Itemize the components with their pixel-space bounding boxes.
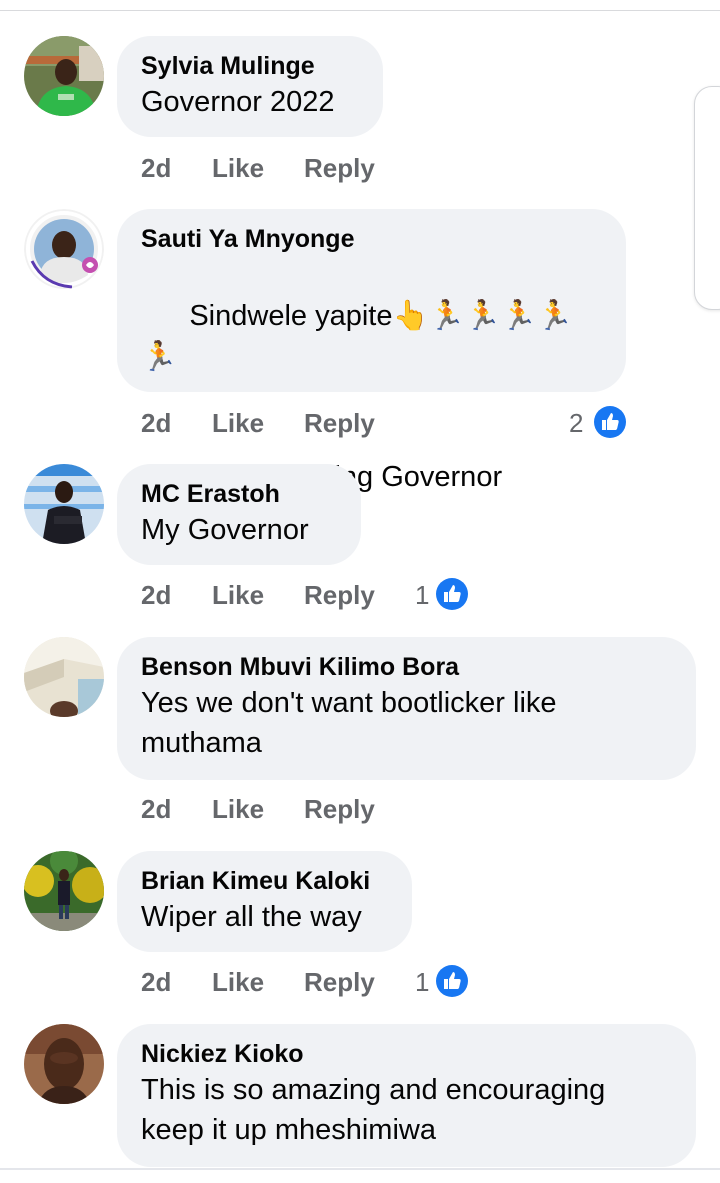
bottom-divider bbox=[0, 1168, 720, 1170]
avatar[interactable] bbox=[24, 851, 104, 931]
comment-bubble: Benson Mbuvi Kilimo Bora Yes we don't wa… bbox=[117, 637, 696, 780]
comment-time[interactable]: 2d bbox=[141, 150, 171, 186]
avatar[interactable] bbox=[24, 637, 104, 717]
comment-text-line: Sindwele yapite bbox=[189, 300, 393, 332]
comment-time[interactable]: 2d bbox=[141, 791, 171, 827]
comment-bubble: Sylvia Mulinge Governor 2022 bbox=[117, 36, 383, 137]
comment-text: Yes we don't want bootlicker like mutham… bbox=[141, 687, 565, 759]
comment-actions: 2d Like Reply 1 bbox=[141, 577, 481, 613]
top-divider bbox=[0, 10, 720, 11]
reply-button[interactable]: Reply bbox=[304, 577, 375, 613]
reply-button[interactable]: Reply bbox=[304, 405, 375, 441]
comment-text: Sindwele yapite👆🏃🏃🏃🏃🏃 bbox=[141, 255, 602, 417]
comment-bubble: Brian Kimeu Kaloki Wiper all the way bbox=[117, 851, 412, 952]
avatar[interactable] bbox=[24, 464, 104, 544]
avatar[interactable] bbox=[24, 209, 104, 289]
comment-author[interactable]: Brian Kimeu Kaloki bbox=[141, 865, 388, 897]
like-reaction-icon bbox=[435, 577, 469, 611]
comment-author[interactable]: MC Erastoh bbox=[141, 478, 337, 510]
like-button[interactable]: Like bbox=[212, 405, 264, 441]
like-button[interactable]: Like bbox=[212, 964, 264, 1000]
comment-text: This is so amazing and encouraging keep … bbox=[141, 1074, 614, 1146]
comment-text: My Governor bbox=[141, 514, 309, 546]
comment-author[interactable]: Benson Mbuvi Kilimo Bora bbox=[141, 651, 672, 683]
comment-time[interactable]: 2d bbox=[141, 405, 171, 441]
comment-bubble: Nickiez Kioko This is so amazing and enc… bbox=[117, 1024, 696, 1167]
comment-text: Wiper all the way bbox=[141, 901, 362, 933]
reply-button[interactable]: Reply bbox=[304, 964, 375, 1000]
comment-time[interactable]: 2d bbox=[141, 577, 171, 613]
comment-author[interactable]: Nickiez Kioko bbox=[141, 1038, 672, 1070]
comment-bubble: MC Erastoh My Governor bbox=[117, 464, 361, 565]
comment-text: Governor 2022 bbox=[141, 86, 335, 118]
side-panel-edge bbox=[694, 86, 720, 310]
like-reaction-icon bbox=[593, 405, 627, 439]
avatar[interactable] bbox=[24, 1024, 104, 1104]
reaction-count: 2 bbox=[569, 408, 584, 438]
comment-actions: 2d Like Reply 2 bbox=[141, 405, 720, 441]
reaction-count: 1 bbox=[415, 967, 430, 997]
comment-author[interactable]: Sauti Ya Mnyonge bbox=[141, 223, 602, 255]
avatar[interactable] bbox=[24, 36, 104, 116]
like-button[interactable]: Like bbox=[212, 791, 264, 827]
reply-button[interactable]: Reply bbox=[304, 791, 375, 827]
comment-time[interactable]: 2d bbox=[141, 964, 171, 1000]
comment-actions: 2d Like Reply 1 bbox=[141, 964, 481, 1000]
like-reaction-icon bbox=[435, 964, 469, 998]
reaction-count: 1 bbox=[415, 580, 430, 610]
comment-author[interactable]: Sylvia Mulinge bbox=[141, 50, 359, 82]
comment-bubble: Sauti Ya Mnyonge Sindwele yapite👆🏃🏃🏃🏃🏃 K… bbox=[117, 209, 626, 493]
reply-button[interactable]: Reply bbox=[304, 150, 375, 186]
like-button[interactable]: Like bbox=[212, 577, 264, 613]
like-button[interactable]: Like bbox=[212, 150, 264, 186]
